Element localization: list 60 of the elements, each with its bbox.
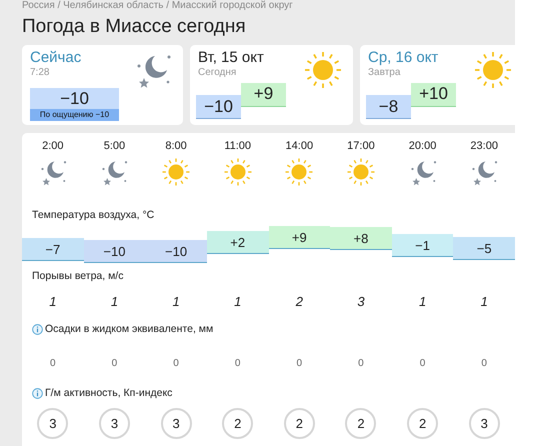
hour-label: 5:00 xyxy=(104,139,126,153)
sun-icon xyxy=(222,157,253,187)
sun-icon xyxy=(284,157,314,187)
precipitation-value: 0 xyxy=(358,358,364,370)
max-temperature: +10 xyxy=(411,83,456,107)
precipitation-value: 0 xyxy=(112,358,118,370)
temperature-bar: −7 xyxy=(22,238,84,261)
temperature-value: −10 xyxy=(60,88,89,109)
temperature-bar: +2 xyxy=(206,231,268,254)
hour-label: 23:00 xyxy=(470,139,498,153)
precipitation-value: 0 xyxy=(296,358,302,370)
card-title[interactable]: Ср, 16 окт xyxy=(368,49,515,67)
forecast-card[interactable]: Ср, 16 окт Завтра −8 +10 xyxy=(360,45,515,125)
hour-label: 17:00 xyxy=(347,139,375,153)
precipitation-value: 0 xyxy=(173,358,179,370)
wind-gust-value: 1 xyxy=(418,294,426,310)
hour-label: 20:00 xyxy=(408,139,436,153)
section-label: Осадки в жидком эквиваленте, мм xyxy=(45,322,214,336)
temperature-bar: +9 xyxy=(268,226,330,249)
temperature-bar: +8 xyxy=(330,227,392,250)
temperature-bar: −5 xyxy=(453,237,515,260)
wind-gust-value: 3 xyxy=(357,294,365,310)
wind-gust-value: 2 xyxy=(296,294,303,310)
feels-like-label: По ощущению −10 xyxy=(30,109,119,121)
card-title[interactable]: Сейчас xyxy=(30,49,175,67)
hour-label: 2:00 xyxy=(42,139,64,153)
sun-icon xyxy=(346,157,376,187)
temperature-bar: −10 xyxy=(84,240,146,263)
sun-icon xyxy=(161,157,192,187)
wind-gust-value: 1 xyxy=(480,294,488,310)
card-title: Вт, 15 окт xyxy=(198,49,265,67)
min-temperature: −8 xyxy=(366,95,411,119)
sun-icon xyxy=(303,50,343,90)
hour-label: 11:00 xyxy=(224,139,252,153)
precipitation-value: 0 xyxy=(234,358,240,370)
precipitation-value: 0 xyxy=(481,358,487,370)
min-temperature: −10 xyxy=(196,95,241,119)
card-subtitle: Сегодня xyxy=(198,67,238,79)
wind-gust-value: 1 xyxy=(49,294,56,310)
precipitation-value: 0 xyxy=(420,358,426,370)
info-icon[interactable] xyxy=(32,324,43,334)
hour-label: 14:00 xyxy=(286,139,314,153)
max-temperature: +9 xyxy=(241,83,286,107)
section-label: Г/м активность, Кп-индекс xyxy=(45,386,172,400)
wind-gust-value: 1 xyxy=(110,294,118,310)
precipitation-value: 0 xyxy=(50,358,56,370)
info-icon[interactable] xyxy=(32,388,43,398)
section-label: Порывы ветра, м/с xyxy=(32,269,124,283)
sun-icon xyxy=(473,50,513,90)
section-label: Температура воздуха, °C xyxy=(32,208,154,222)
card-subtitle: 7:28 xyxy=(30,67,50,79)
page-title: Погода в Миассе сегодня xyxy=(22,15,247,39)
wind-gust-value: 1 xyxy=(234,294,242,310)
card-subtitle: Завтра xyxy=(368,67,402,79)
hour-label: 8:00 xyxy=(165,139,187,153)
forecast-card[interactable]: Вт, 15 окт Сегодня −10 +9 xyxy=(190,45,353,125)
forecast-card[interactable]: Сейчас 7:28 −10 По ощущению −10 xyxy=(22,45,183,125)
wind-gust-value: 1 xyxy=(172,294,180,310)
temperature-bar: −10 xyxy=(145,240,207,263)
temperature-bar: −1 xyxy=(392,234,454,257)
